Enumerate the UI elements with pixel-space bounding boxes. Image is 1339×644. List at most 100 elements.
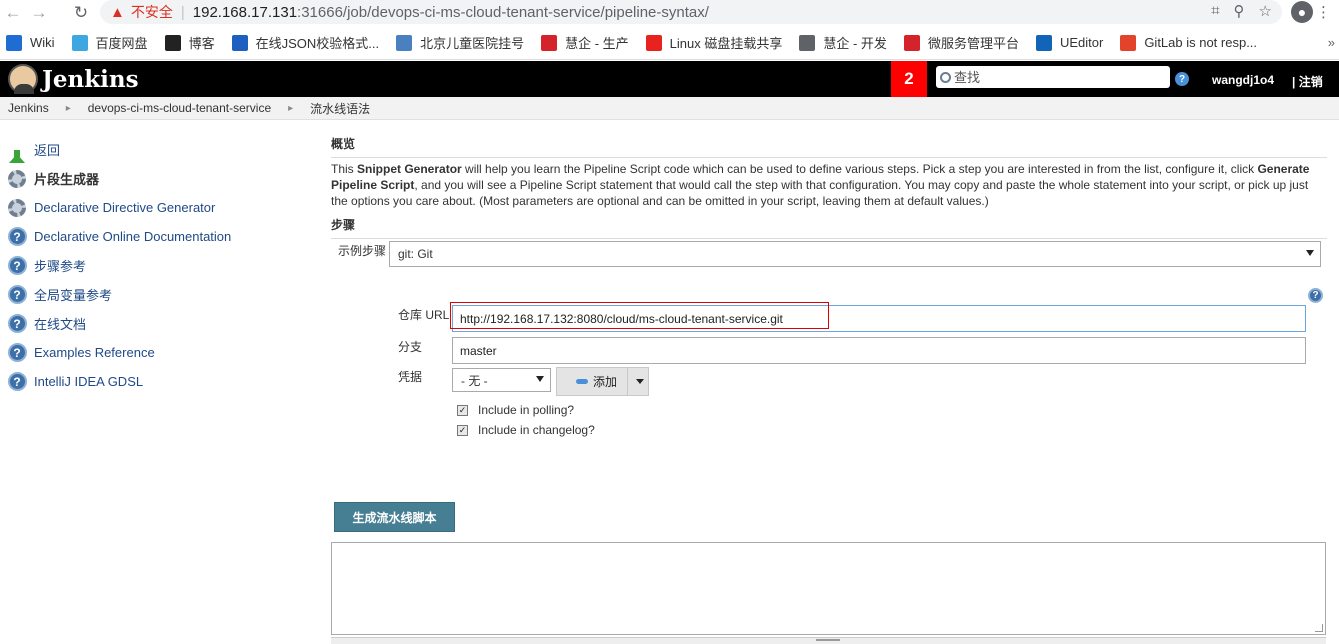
help-icon[interactable]: ? <box>1308 288 1323 303</box>
json-icon <box>231 34 248 51</box>
gear-icon <box>7 198 27 218</box>
include-changelog-checkbox[interactable]: ✓ <box>457 424 468 436</box>
sidebar-item-label: Declarative Directive Generator <box>34 200 216 215</box>
add-credentials-button[interactable]: 添加 <box>556 367 649 396</box>
sidebar-item-label: Declarative Online Documentation <box>34 229 232 244</box>
sidebar-item[interactable]: Declarative Directive Generator <box>7 193 307 222</box>
gitlab-icon <box>1120 34 1137 51</box>
bookmark-item[interactable]: 百度网盘 <box>71 33 148 52</box>
help-icon[interactable]: ? <box>1175 72 1189 86</box>
forward-icon[interactable]: → <box>26 0 52 26</box>
sidebar: 返回 片段生成器 Declarative Directive Generator? D… <box>7 135 307 396</box>
bookmark-item[interactable]: 微服务管理平台 <box>903 33 1019 52</box>
star-icon[interactable]: ☆ <box>1259 2 1272 20</box>
bookmark-item[interactable]: 在线JSON校验格式... <box>231 33 379 52</box>
bookmark-item[interactable]: Wiki <box>6 34 55 51</box>
sidebar-item[interactable]: ? 全局变量参考 <box>7 280 307 309</box>
help-icon: ? <box>7 256 27 276</box>
bookmark-item[interactable]: GitLab is not resp... <box>1120 34 1257 51</box>
sidebar-item-label: 片段生成器 <box>34 172 100 187</box>
browser-toolbar: ← → ↻ ▲ 不安全 | 192.168.17.131:31666/job/d… <box>0 0 1339 26</box>
dropdown-arrow-icon <box>536 376 544 382</box>
breadcrumb-pipeline-syntax[interactable]: 流水线语法 <box>310 100 370 117</box>
sidebar-item-label: 全局变量参考 <box>34 288 113 303</box>
output-scrollbar[interactable] <box>331 637 1326 644</box>
bookmark-item[interactable]: Linux 磁盘挂载共享 <box>645 33 782 52</box>
gear-icon <box>7 169 27 189</box>
csdn-icon <box>645 34 662 51</box>
sample-step-label: 示例步骤 <box>338 244 387 258</box>
sidebar-item[interactable]: ? 步骤参考 <box>7 251 307 280</box>
ueditor-icon <box>1035 34 1052 51</box>
sidebar-item[interactable]: ? Examples Reference <box>7 338 307 367</box>
bookmark-item[interactable]: 慧企 - 生产 <box>541 33 629 52</box>
menu-icon[interactable]: ⋮ <box>1316 3 1331 21</box>
dropdown-arrow-icon <box>1306 250 1314 256</box>
address-bar[interactable]: ▲ 不安全 | 192.168.17.131:31666/job/devops-… <box>100 0 1282 24</box>
branch-label: 分支 <box>398 340 423 354</box>
bookmark-item[interactable]: 北京儿童医院挂号 <box>396 33 524 52</box>
overview-text: This Snippet Generator will help you lea… <box>331 162 1310 208</box>
back-icon[interactable]: ← <box>0 0 26 26</box>
sidebar-item[interactable]: 片段生成器 <box>7 164 307 193</box>
help-icon: ? <box>7 314 27 334</box>
branch-field[interactable]: master <box>452 337 1306 364</box>
confluence-icon <box>6 34 22 51</box>
up-arrow-icon <box>7 138 27 163</box>
chevron-right-icon[interactable]: ▸ <box>66 103 71 114</box>
translate-icon[interactable]: ⌗ <box>1211 2 1219 20</box>
sidebar-item[interactable]: 返回 <box>7 135 307 164</box>
script-output-textarea[interactable] <box>331 542 1326 635</box>
help-icon: ? <box>7 372 27 392</box>
reload-icon[interactable]: ↻ <box>68 0 94 26</box>
breadcrumb-job[interactable]: devops-ci-ms-cloud-tenant-service <box>88 101 271 115</box>
jenkins-logo[interactable]: Jenkins <box>8 64 139 94</box>
search-input[interactable] <box>954 69 1154 85</box>
help-icon: ? <box>7 343 27 363</box>
search-box[interactable] <box>936 66 1170 88</box>
include-polling-checkbox[interactable]: ✓ <box>457 404 468 416</box>
key-icon <box>576 379 588 384</box>
main-content: 概览 This Snippet Generator will help you … <box>331 135 1327 242</box>
resize-handle-icon[interactable] <box>1315 624 1323 632</box>
security-label: 不安全 <box>130 4 173 20</box>
bookmarks-bar: Wiki 百度网盘 博客 在线JSON校验格式... 北京儿童医院挂号 慧企 - 生产 Li… <box>0 26 1339 60</box>
url-path: :31666/job/devops-ci-ms-cloud-tenant-ser… <box>297 3 709 21</box>
user-link[interactable]: wangdj1o4 <box>1212 73 1274 87</box>
sidebar-item-label: Examples Reference <box>34 345 155 360</box>
jenkins-title: Jenkins <box>42 65 139 93</box>
bookmark-item[interactable]: UEditor <box>1035 34 1103 51</box>
zoom-icon[interactable]: ⚲ <box>1234 2 1245 20</box>
baidu-cloud-icon <box>71 34 88 51</box>
bookmark-item[interactable]: 博客 <box>164 33 215 52</box>
sidebar-item-label: 在线文档 <box>34 317 87 332</box>
jenkins-header: Jenkins 2 ? wangdj1o4 | 注销 <box>0 61 1339 97</box>
chevron-down-icon[interactable] <box>636 379 645 384</box>
notification-badge[interactable]: 2 <box>891 61 927 97</box>
account-icon[interactable]: ● <box>1291 1 1313 23</box>
include-polling-row: ✓ Include in polling? <box>457 403 575 417</box>
jenkins-butler-icon <box>8 64 38 94</box>
credentials-select[interactable]: - 无 - <box>452 368 551 392</box>
repo-url-label: 仓库 URL <box>398 308 450 322</box>
credentials-label: 凭据 <box>398 370 423 384</box>
hospital-icon <box>396 34 413 51</box>
sample-step-select[interactable]: git: Git <box>389 241 1321 267</box>
bookmark-item[interactable]: 慧企 - 开发 <box>799 33 887 52</box>
sidebar-item-label: 步骤参考 <box>34 259 87 274</box>
huiqi-icon <box>903 34 920 51</box>
chevron-right-icon[interactable]: ▸ <box>288 103 293 114</box>
logout-link[interactable]: | 注销 <box>1292 73 1323 90</box>
sidebar-item[interactable]: ? IntelliJ IDEA GDSL <box>7 367 307 396</box>
sidebar-item[interactable]: ? 在线文档 <box>7 309 307 338</box>
more-bookmarks-icon[interactable]: » <box>1328 35 1335 50</box>
highlight-box <box>450 302 829 329</box>
sidebar-item-label: IntelliJ IDEA GDSL <box>34 374 144 389</box>
globe-icon <box>799 34 816 51</box>
sidebar-item[interactable]: ? Declarative Online Documentation <box>7 222 307 251</box>
help-icon: ? <box>7 227 27 247</box>
breadcrumb-jenkins[interactable]: Jenkins <box>8 101 49 115</box>
generate-script-button[interactable]: 生成流水线脚本 <box>334 502 455 532</box>
url-host: 192.168.17.131 <box>192 3 298 21</box>
notion-icon <box>164 34 181 51</box>
